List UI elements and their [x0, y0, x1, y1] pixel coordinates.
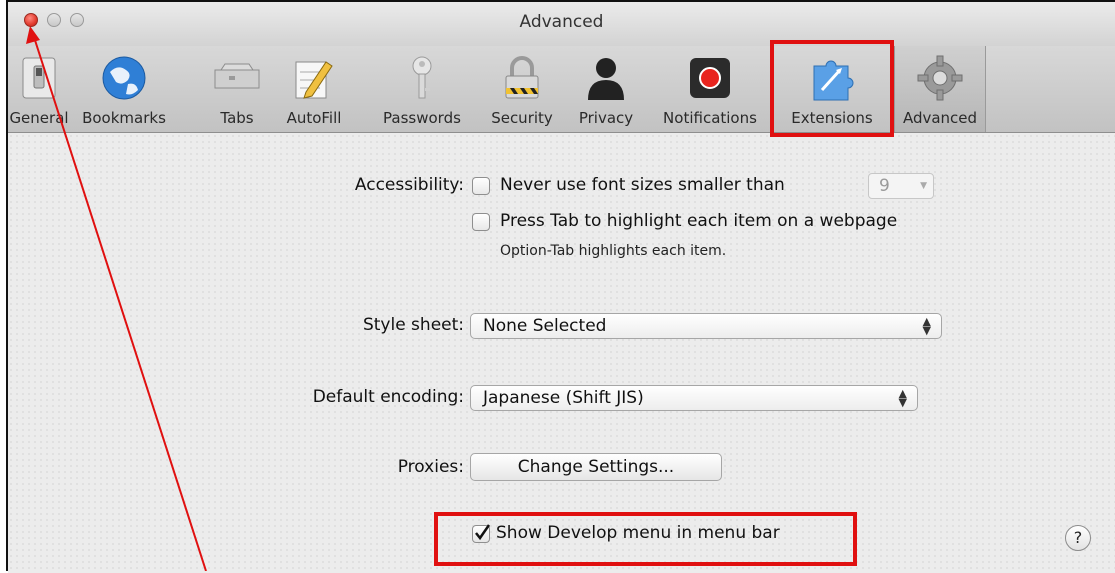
develop-menu-highlight-box [434, 512, 857, 566]
accessibility-label: Accessibility: [354, 175, 464, 195]
tab-general[interactable]: General [8, 46, 70, 132]
padlock-icon [505, 56, 539, 99]
min-font-size-label: Never use font sizes smaller than [500, 175, 785, 195]
select-arrows-icon: ▲ ▼ [922, 315, 931, 337]
tab-passwords[interactable]: Passwords [376, 46, 468, 132]
tab-highlight-hint: Option-Tab highlights each item. [500, 243, 727, 259]
tab-label: Privacy [578, 109, 634, 127]
tab-bookmarks[interactable]: Bookmarks [80, 46, 168, 132]
advanced-settings-pane: Accessibility: Never use font sizes smal… [8, 133, 1115, 573]
tab-highlight-checkbox[interactable] [472, 213, 490, 231]
tab-tabs[interactable]: Tabs [211, 46, 263, 132]
preferences-toolbar: General Bookmarks Tabs AutoFill Password… [8, 46, 1115, 133]
tab-highlight-label: Press Tab to highlight each item on a we… [500, 211, 898, 231]
globe-icon [102, 56, 146, 100]
tab-privacy[interactable]: Privacy [573, 46, 639, 132]
tab-advanced[interactable]: Advanced [894, 46, 986, 132]
tab-security[interactable]: Security [485, 46, 559, 132]
tab-label: Advanced [902, 109, 978, 127]
preferences-window: Advanced General Bookmarks Tabs AutoFill… [6, 0, 1115, 573]
min-font-size-value: 9 [879, 176, 890, 196]
person-silhouette-icon [588, 58, 624, 100]
default-encoding-label: Default encoding: [312, 387, 464, 407]
change-settings-button[interactable]: Change Settings... [470, 453, 722, 481]
default-encoding-value: Japanese (Shift JIS) [483, 388, 644, 408]
help-button[interactable]: ? [1065, 525, 1091, 551]
extensions-highlight-box [770, 40, 894, 137]
tab-label: AutoFill [286, 109, 342, 127]
window-title: Advanced [519, 12, 604, 32]
tab-label: Security [491, 109, 553, 127]
tab-label: Passwords [383, 109, 461, 127]
tab-notifications[interactable]: Notifications [651, 46, 769, 132]
notification-record-icon [690, 58, 730, 98]
autofill-pencil-icon [295, 61, 333, 99]
key-icon [412, 56, 432, 99]
gear-icon [917, 55, 963, 101]
proxies-label: Proxies: [397, 457, 464, 477]
tab-label: Notifications [663, 109, 757, 127]
tab-label: Tabs [220, 109, 254, 127]
general-switch-icon [22, 57, 56, 99]
tab-label: General [9, 109, 69, 127]
tabs-icon [214, 63, 260, 89]
min-font-size-checkbox[interactable] [472, 177, 490, 195]
default-encoding-select[interactable]: Japanese (Shift JIS) ▲ ▼ [470, 385, 918, 411]
style-sheet-label: Style sheet: [362, 315, 464, 335]
style-sheet-select[interactable]: None Selected ▲ ▼ [470, 313, 942, 339]
tab-autofill[interactable]: AutoFill [283, 46, 345, 132]
title-bar: Advanced [8, 2, 1115, 46]
tab-label: Bookmarks [82, 109, 166, 127]
select-arrows-icon: ▲ ▼ [898, 387, 907, 409]
min-font-size-select[interactable]: 9 ▼ [868, 173, 934, 199]
chevron-down-icon: ▼ [920, 181, 927, 191]
style-sheet-value: None Selected [483, 316, 607, 336]
